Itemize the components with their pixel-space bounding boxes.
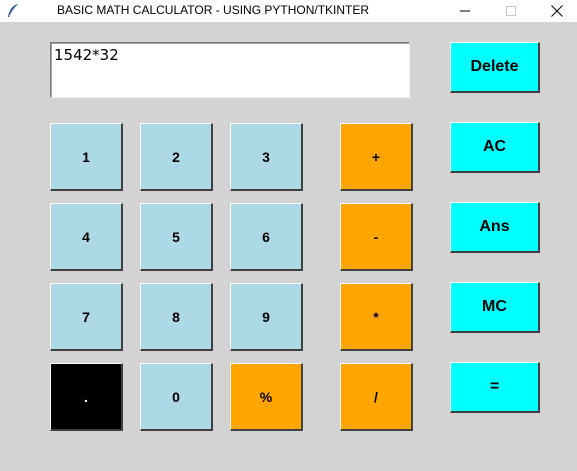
maximize-button[interactable]: [488, 0, 534, 22]
equals-button[interactable]: =: [450, 362, 540, 413]
close-button[interactable]: [534, 0, 577, 22]
ans-button[interactable]: Ans: [450, 202, 540, 253]
feather-icon: [6, 3, 20, 19]
key-6[interactable]: 6: [230, 203, 303, 271]
key-minus[interactable]: -: [340, 203, 413, 271]
key-4[interactable]: 4: [50, 203, 123, 271]
key-multiply[interactable]: *: [340, 283, 413, 351]
key-plus[interactable]: +: [340, 123, 413, 191]
calculator-display[interactable]: 1542*32: [50, 42, 410, 98]
key-9[interactable]: 9: [230, 283, 303, 351]
key-8[interactable]: 8: [140, 283, 213, 351]
key-2[interactable]: 2: [140, 123, 213, 191]
key-dot[interactable]: .: [50, 363, 123, 431]
mc-button[interactable]: MC: [450, 282, 540, 333]
key-3[interactable]: 3: [230, 123, 303, 191]
ac-button[interactable]: AC: [450, 122, 540, 173]
delete-button[interactable]: Delete: [450, 42, 540, 93]
minimize-button[interactable]: [442, 0, 488, 22]
key-0[interactable]: 0: [140, 363, 213, 431]
key-5[interactable]: 5: [140, 203, 213, 271]
key-1[interactable]: 1: [50, 123, 123, 191]
key-percent[interactable]: %: [230, 363, 303, 431]
window-title: BASIC MATH CALCULATOR - USING PYTHON/TKI…: [57, 3, 370, 17]
title-bar: BASIC MATH CALCULATOR - USING PYTHON/TKI…: [0, 0, 577, 22]
key-7[interactable]: 7: [50, 283, 123, 351]
close-icon: [551, 5, 563, 17]
key-divide[interactable]: /: [340, 363, 413, 431]
minimize-icon: [460, 10, 470, 12]
maximize-icon: [506, 6, 516, 16]
